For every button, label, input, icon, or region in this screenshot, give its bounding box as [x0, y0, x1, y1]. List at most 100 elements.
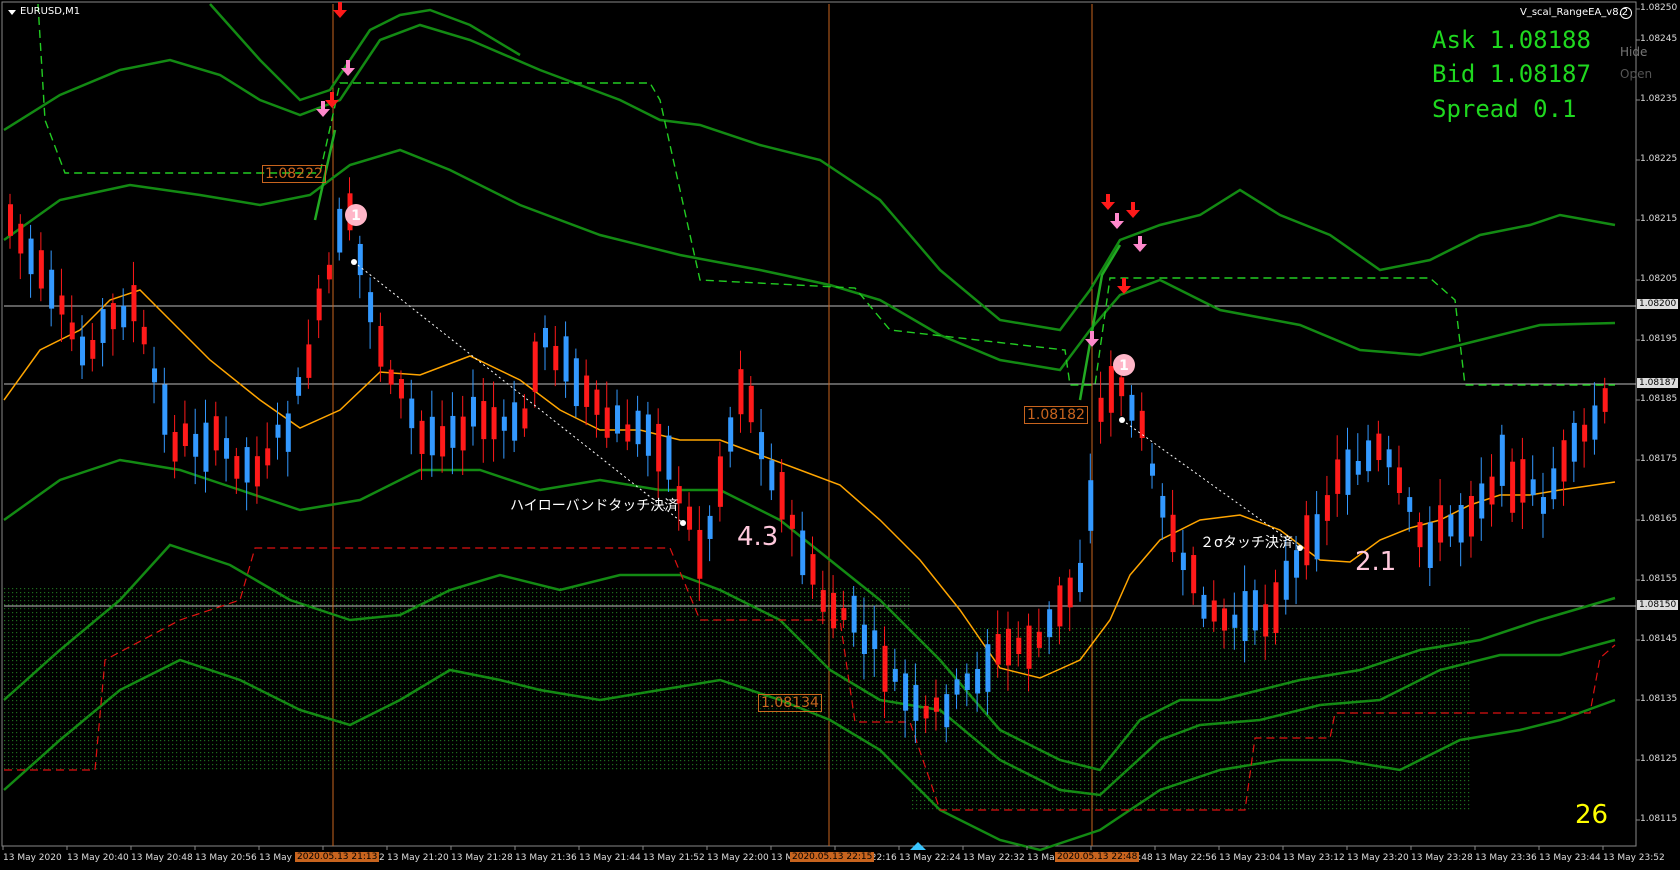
bear-candle — [995, 634, 1001, 665]
sell-arrow-icon — [1126, 202, 1140, 218]
bear-candle — [1098, 397, 1104, 422]
time-axis-label: 13 May 22:32 — [963, 853, 1025, 863]
bull-candle — [296, 377, 302, 396]
hide-button[interactable]: Hide — [1620, 45, 1647, 59]
bull-candle — [1407, 497, 1413, 512]
bull-candle — [1479, 483, 1485, 519]
bear-candle — [594, 389, 600, 415]
bear-candle — [1191, 555, 1197, 594]
bull-candle — [193, 433, 199, 457]
bull-candle — [1180, 552, 1186, 571]
bull-candle — [1540, 497, 1546, 514]
price-axis-label: 1.08175 — [1640, 454, 1678, 464]
bear-candle — [810, 554, 816, 585]
bull-candle — [1047, 609, 1053, 638]
spread-quote: Spread 0.1 — [1432, 95, 1577, 123]
bear-candle — [388, 369, 394, 385]
band-line — [1078, 244, 1122, 401]
price-axis-label: 1.08225 — [1640, 154, 1678, 164]
price-axis-marker: 1.08200 — [1637, 299, 1679, 309]
bear-candle — [820, 590, 826, 612]
bear-candle — [1119, 377, 1125, 397]
exit-marker-icon — [351, 259, 357, 265]
exit-annotation: ハイローバンドタッチ決済 — [510, 498, 679, 514]
smiley-icon[interactable] — [1620, 7, 1632, 19]
exit-marker-icon — [1119, 417, 1125, 423]
bear-candle — [1067, 577, 1073, 608]
bear-candle — [831, 592, 837, 629]
bull-candle — [635, 410, 641, 445]
bear-candle — [1417, 522, 1423, 548]
profit-pips: 4.3 — [737, 522, 779, 552]
bull-candle — [1078, 562, 1083, 593]
bull-candle — [964, 673, 970, 690]
bear-candle — [522, 408, 528, 429]
bear-candle — [419, 420, 425, 454]
bull-candle — [1448, 514, 1454, 537]
range-zone — [910, 628, 1470, 812]
bull-candle — [1458, 505, 1464, 543]
bull-candle — [1201, 594, 1207, 619]
time-axis-label: 13 May 22:00 — [707, 853, 769, 863]
bear-candle — [1602, 388, 1608, 412]
bear-candle — [625, 424, 631, 442]
bull-candle — [1283, 560, 1289, 600]
bear-candle — [234, 456, 240, 479]
price-chart[interactable]: 11 — [0, 0, 1680, 870]
bull-candle — [409, 398, 415, 429]
time-axis-label: 13 May 21:28 — [451, 853, 513, 863]
time-axis-label: 13 May 20:40 — [67, 853, 129, 863]
bull-candle — [1150, 463, 1156, 476]
bear-candle — [1489, 476, 1495, 505]
time-axis-label: 13 May 21:36 — [515, 853, 577, 863]
bear-candle — [1211, 600, 1217, 622]
chart-window[interactable]: 11 EURUSD,M1 V_scal_RangeEA_v8.2 Ask 1.0… — [0, 0, 1680, 870]
time-axis-label: 13 May 23:52 — [1603, 853, 1665, 863]
bull-candle — [707, 515, 713, 539]
bear-candle — [172, 431, 178, 462]
price-axis-label: 1.08155 — [1640, 574, 1678, 584]
bull-candle — [501, 416, 507, 431]
open-button[interactable]: Open — [1620, 67, 1652, 81]
bull-candle — [152, 368, 158, 383]
bear-candle — [1304, 515, 1310, 566]
range-upper-line — [37, 3, 1615, 386]
bull-candle — [903, 673, 909, 711]
bull-candle — [450, 415, 456, 448]
price-axis-label: 1.08125 — [1640, 754, 1678, 764]
bull-candle — [1232, 614, 1238, 628]
bear-candle — [1520, 459, 1526, 503]
exit-marker-icon — [1297, 545, 1303, 551]
band-line — [3, 23, 1616, 332]
bull-candle — [100, 309, 106, 343]
bull-candle — [1345, 449, 1351, 495]
bear-candle — [1057, 585, 1063, 627]
bull-candle — [285, 413, 291, 452]
bull-candle — [1160, 495, 1166, 518]
signal-arrow-icon — [341, 60, 355, 76]
price-axis-marker: 1.08187 — [1637, 378, 1679, 388]
bull-candle — [1294, 550, 1300, 578]
bear-candle — [254, 456, 260, 487]
time-axis-label: 13 May 22:24 — [899, 853, 961, 863]
bull-candle — [1242, 591, 1248, 642]
bear-candle — [584, 375, 590, 407]
bull-candle — [121, 305, 127, 328]
bull-candle — [224, 438, 230, 459]
bull-candle — [368, 292, 374, 323]
bear-candle — [90, 339, 96, 359]
bear-candle — [841, 607, 847, 620]
price-axis-label: 1.08250 — [1640, 3, 1678, 13]
bull-candle — [954, 679, 960, 695]
bear-candle — [1263, 604, 1269, 637]
profit-pips: 2.1 — [1355, 547, 1397, 577]
entry-price-box: 1.08222 — [262, 165, 326, 183]
menu-triangle-icon[interactable] — [8, 10, 16, 15]
bull-candle — [913, 685, 919, 721]
bear-candle — [604, 407, 610, 438]
ea-name: V_scal_RangeEA_v8.2 — [1520, 7, 1629, 18]
bull-candle — [357, 243, 363, 276]
bear-candle — [532, 341, 538, 392]
bear-candle — [553, 345, 559, 371]
bear-candle — [1335, 459, 1341, 494]
